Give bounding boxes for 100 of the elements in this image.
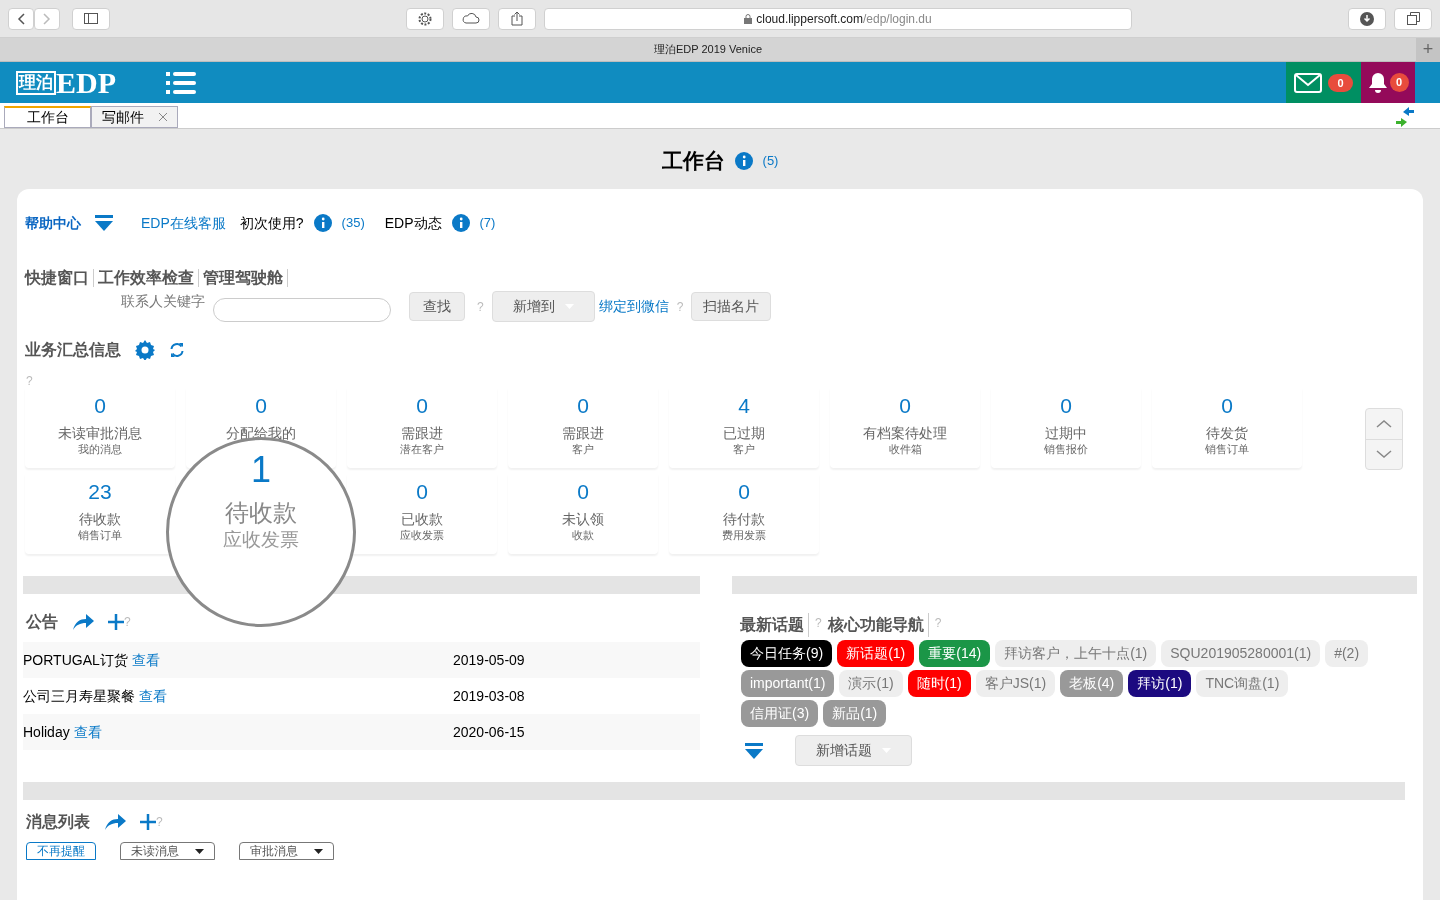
filter-icon[interactable] bbox=[95, 215, 113, 231]
view-link[interactable]: 查看 bbox=[138, 687, 167, 704]
topic-tag[interactable]: 新话题(1) bbox=[837, 640, 915, 667]
summary-tile[interactable]: 0 过期中 销售报价 bbox=[991, 388, 1141, 468]
tile-value[interactable]: 0 bbox=[899, 392, 911, 420]
tile-value[interactable]: 0 bbox=[1221, 392, 1233, 420]
sidebar-button[interactable] bbox=[72, 7, 110, 30]
view-link[interactable]: 查看 bbox=[73, 723, 102, 740]
tile-value[interactable]: 0 bbox=[577, 478, 589, 506]
topic-tag[interactable]: 信用证(3) bbox=[741, 700, 819, 727]
summary-tile[interactable]: 0 已收款 应收发票 bbox=[347, 474, 497, 554]
quick-tab[interactable]: 工作效率检查 bbox=[98, 269, 199, 287]
tile-value[interactable]: 0 bbox=[577, 392, 589, 420]
forward-icon bbox=[43, 12, 51, 25]
notification-button[interactable]: 0 bbox=[1361, 62, 1415, 103]
tile-sublabel: 销售订单 bbox=[1205, 442, 1249, 456]
add-icon[interactable] bbox=[140, 814, 156, 830]
contact-search-field[interactable] bbox=[213, 297, 391, 322]
quick-tab[interactable]: 管理驾驶舱 bbox=[203, 269, 288, 287]
tabs-overview-button[interactable] bbox=[1394, 7, 1432, 30]
add-topic-dropdown[interactable]: 新增话题 bbox=[795, 735, 912, 766]
tile-sublabel: 客户 bbox=[572, 442, 594, 456]
topic-tag[interactable]: 客户JS(1) bbox=[975, 670, 1056, 697]
refresh-icon[interactable] bbox=[1394, 105, 1416, 129]
help-item[interactable]: EDP动态 bbox=[384, 212, 442, 234]
scan-card-button[interactable]: 扫描名片 bbox=[691, 292, 772, 321]
topic-tag[interactable]: TNC询盘(1) bbox=[1196, 670, 1289, 697]
summary-tile[interactable]: 0 需跟进 客户 bbox=[508, 388, 658, 468]
help-link[interactable]: EDP在线客服 bbox=[141, 212, 226, 234]
tile-value[interactable]: 23 bbox=[88, 478, 112, 506]
tile-value[interactable]: 1 bbox=[251, 448, 271, 492]
page-tab[interactable]: 写邮件 bbox=[91, 106, 178, 128]
mail-count-badge: 0 bbox=[1328, 73, 1353, 92]
topic-tag[interactable]: 拜访(1) bbox=[1128, 670, 1192, 697]
bell-icon bbox=[1367, 72, 1388, 93]
topic-tag[interactable]: 今日任务(9) bbox=[741, 640, 833, 667]
topic-tag[interactable]: 老板(4) bbox=[1060, 670, 1124, 697]
topics-tab[interactable]: 最新话题 bbox=[740, 613, 809, 637]
filter-icon[interactable] bbox=[745, 742, 763, 759]
tile-value[interactable]: 0 bbox=[416, 478, 428, 506]
share-arrow-icon[interactable] bbox=[104, 813, 126, 831]
settings-button[interactable] bbox=[406, 7, 444, 30]
download-button[interactable] bbox=[1348, 7, 1386, 30]
share-arrow-icon[interactable] bbox=[72, 613, 94, 631]
wechat-link[interactable]: 绑定到微信 bbox=[598, 296, 669, 317]
tile-value[interactable]: 0 bbox=[738, 478, 750, 506]
tile-label: 未读审批消息 bbox=[58, 424, 142, 442]
new-tab-button[interactable]: + bbox=[1416, 37, 1440, 62]
page-tab[interactable]: 工作台 bbox=[4, 106, 91, 128]
back-button[interactable] bbox=[8, 7, 34, 30]
back-icon bbox=[17, 12, 25, 25]
topic-tag[interactable]: 随时(1) bbox=[907, 670, 971, 697]
topic-tag[interactable]: SQU201905280001(1) bbox=[1161, 640, 1321, 667]
summary-tile[interactable]: 0 待发货 销售订单 bbox=[1152, 388, 1302, 468]
address-field[interactable]: cloud.lippersoft.com/edp/login.du bbox=[544, 7, 1132, 30]
topic-tag[interactable]: 重要(14) bbox=[919, 640, 991, 667]
core-nav-tab[interactable]: 核心功能导航 bbox=[827, 613, 929, 637]
topic-tag[interactable]: 新品(1) bbox=[823, 700, 887, 727]
message-filter-toggle[interactable]: 不再提醒 bbox=[26, 842, 96, 860]
notice-row[interactable]: PORTUGAL订货 查看 2019-05-09 bbox=[23, 642, 700, 678]
cloud-button[interactable] bbox=[452, 7, 490, 30]
settings-icon[interactable] bbox=[135, 340, 155, 360]
topic-tag[interactable]: #(2) bbox=[1325, 640, 1369, 667]
browser-tab[interactable]: 理泊EDP 2019 Venice bbox=[0, 41, 1416, 58]
summary-tile[interactable]: 23 待收款 销售订单 bbox=[25, 474, 175, 554]
mail-button[interactable]: 0 bbox=[1286, 62, 1361, 103]
summary-tile[interactable]: 0 有档案待处理 收件箱 bbox=[830, 388, 980, 468]
tile-sublabel: 收件箱 bbox=[888, 442, 922, 456]
menu-icon[interactable] bbox=[166, 71, 196, 94]
view-link[interactable]: 查看 bbox=[131, 651, 160, 668]
tile-value[interactable]: 0 bbox=[255, 392, 267, 420]
share-button[interactable] bbox=[498, 7, 536, 30]
message-filter-dropdown[interactable]: 审批消息 bbox=[239, 842, 334, 860]
topic-tag[interactable]: 拜访客户，上午十点(1) bbox=[995, 640, 1157, 667]
topic-tag[interactable]: important(1) bbox=[741, 670, 835, 697]
tile-label: 待收款 bbox=[79, 510, 121, 528]
tile-value[interactable]: 0 bbox=[94, 392, 106, 420]
info-icon[interactable] bbox=[734, 152, 753, 170]
tile-value[interactable]: 0 bbox=[416, 392, 428, 420]
summary-tile[interactable]: 0 待付款 费用发票 bbox=[669, 474, 819, 554]
search-button[interactable]: 查找 bbox=[409, 292, 465, 321]
help-center-title[interactable]: 帮助中心 bbox=[25, 212, 81, 234]
help-item[interactable]: 初次使用? bbox=[239, 212, 304, 234]
tile-value[interactable]: 0 bbox=[1060, 392, 1072, 420]
info-icon[interactable] bbox=[451, 214, 470, 232]
quick-tab[interactable]: 快捷窗口 bbox=[25, 269, 94, 287]
add-to-dropdown[interactable]: 新增到 bbox=[491, 291, 595, 322]
add-icon[interactable] bbox=[108, 614, 124, 630]
summary-tile[interactable]: 0 需跟进 潜在客户 bbox=[347, 388, 497, 468]
message-filter-dropdown[interactable]: 未读消息 bbox=[120, 842, 215, 860]
topic-tag[interactable]: 演示(1) bbox=[839, 670, 903, 697]
notice-row[interactable]: Holiday 查看 2020-06-15 bbox=[23, 714, 700, 750]
info-icon[interactable] bbox=[313, 214, 332, 232]
refresh-icon[interactable] bbox=[169, 342, 185, 358]
summary-tile[interactable]: 0 未读审批消息 我的消息 bbox=[25, 388, 175, 468]
summary-tile[interactable]: 0 未认领 收款 bbox=[508, 474, 658, 554]
tile-label: 已过期 bbox=[723, 424, 765, 442]
tile-value[interactable]: 4 bbox=[738, 392, 750, 420]
summary-tile[interactable]: 4 已过期 客户 bbox=[669, 388, 819, 468]
close-icon[interactable] bbox=[157, 112, 168, 122]
